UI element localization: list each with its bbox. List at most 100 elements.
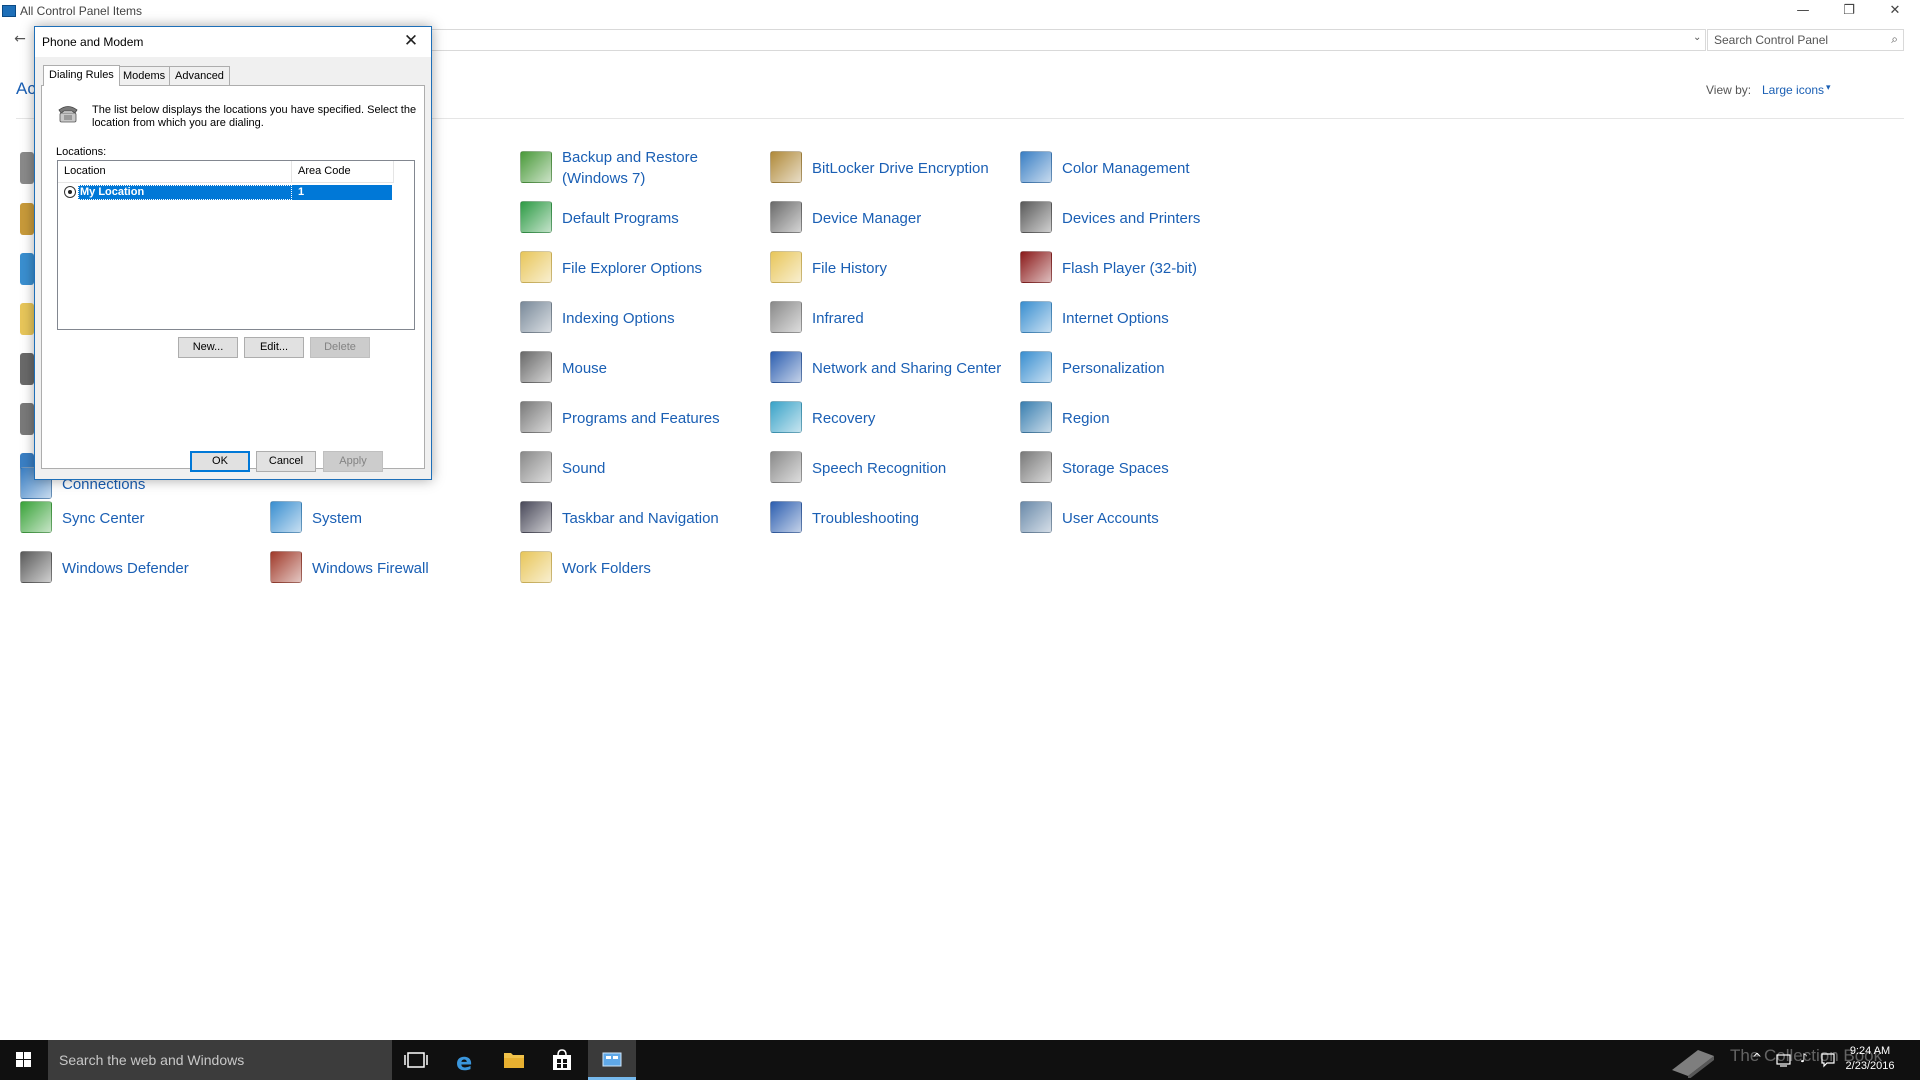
- control-panel-item-label: Taskbar and Navigation: [562, 509, 719, 527]
- taskbar-search-placeholder: Search the web and Windows: [59, 1052, 245, 1068]
- backup-restore-icon: [520, 151, 552, 183]
- window-title: All Control Panel Items: [20, 4, 143, 18]
- control-panel-item-label: Storage Spaces: [1062, 459, 1169, 477]
- delete-button[interactable]: Delete: [310, 337, 370, 358]
- minimize-button[interactable]: —: [1780, 0, 1826, 24]
- dialing-rules-description: The list below displays the locations yo…: [92, 104, 417, 129]
- control-panel-item[interactable]: Troubleshooting: [770, 495, 1010, 541]
- control-panel-item[interactable]: File History: [770, 245, 1010, 291]
- location-radio-button[interactable]: [64, 186, 76, 198]
- control-panel-item-label: Flash Player (32-bit): [1062, 259, 1198, 277]
- control-panel-item[interactable]: Windows Firewall: [270, 545, 510, 591]
- control-panel-item[interactable]: Indexing Options: [520, 295, 760, 341]
- new-button[interactable]: New...: [178, 337, 238, 358]
- control-panel-item[interactable]: Internet Options: [1020, 295, 1260, 341]
- control-panel-item[interactable]: Taskbar and Navigation: [520, 495, 760, 541]
- control-panel-item-label: File History: [812, 259, 888, 277]
- start-button[interactable]: [0, 1040, 48, 1080]
- control-panel-item[interactable]: Storage Spaces: [1020, 445, 1260, 491]
- close-button[interactable]: ✕: [1872, 0, 1918, 24]
- restore-button[interactable]: ❐: [1826, 0, 1872, 24]
- internet-options-icon: [1020, 301, 1052, 333]
- bitlocker-icon: [770, 151, 802, 183]
- control-panel-item-label: Internet Options: [1062, 309, 1169, 327]
- search-box[interactable]: ⌕: [1707, 29, 1904, 51]
- control-panel-item-label: Mouse: [562, 359, 608, 377]
- control-panel-item[interactable]: User Accounts: [1020, 495, 1260, 541]
- apply-button[interactable]: Apply: [323, 451, 383, 472]
- control-panel-icon: [602, 1052, 622, 1067]
- control-panel-item-label: Devices and Printers: [1062, 209, 1201, 227]
- search-icon[interactable]: ⌕: [1891, 32, 1898, 47]
- store-button[interactable]: [538, 1040, 586, 1080]
- list-item[interactable]: My Location 1: [64, 185, 392, 200]
- control-panel-item[interactable]: Device Manager: [770, 195, 1010, 241]
- control-panel-item[interactable]: Recovery: [770, 395, 1010, 441]
- telephone-icon: [58, 106, 78, 123]
- dialing-rules-panel: The list below displays the locations yo…: [41, 85, 425, 469]
- edit-button[interactable]: Edit...: [244, 337, 304, 358]
- control-panel-item[interactable]: Mouse: [520, 345, 760, 391]
- area-code-cell: 1: [292, 185, 392, 200]
- control-panel-item[interactable]: Sound: [520, 445, 760, 491]
- troubleshooting-icon: [770, 501, 802, 533]
- control-panel-item-label: Speech Recognition: [812, 459, 947, 477]
- control-panel-item-label: Color Management: [1062, 159, 1190, 177]
- programs-features-icon: [520, 401, 552, 433]
- taskbar-search-box[interactable]: Search the web and Windows: [48, 1040, 392, 1080]
- search-input[interactable]: [1714, 31, 1884, 49]
- task-view-icon: [404, 1052, 428, 1068]
- recovery-icon: [770, 401, 802, 433]
- ok-button[interactable]: OK: [190, 451, 250, 472]
- control-panel-item[interactable]: BitLocker Drive Encryption: [770, 145, 1010, 191]
- control-panel-item[interactable]: Sync Center: [20, 495, 260, 541]
- control-panel-taskbar-button[interactable]: [588, 1040, 636, 1080]
- control-panel-item-label: Indexing Options: [562, 309, 675, 327]
- control-panel-item[interactable]: System: [270, 495, 510, 541]
- task-view-button[interactable]: [392, 1040, 440, 1080]
- sound-icon: [520, 451, 552, 483]
- control-panel-item[interactable]: Flash Player (32-bit): [1020, 245, 1260, 291]
- mouse-icon: [520, 351, 552, 383]
- column-header-area-code[interactable]: Area Code: [292, 161, 394, 183]
- cancel-button[interactable]: Cancel: [256, 451, 316, 472]
- control-panel-item-label: Region: [1062, 409, 1110, 427]
- chevron-down-icon[interactable]: ▾: [1826, 83, 1831, 93]
- tab-dialing-rules[interactable]: Dialing Rules: [43, 65, 120, 86]
- edge-browser-button[interactable]: e: [442, 1040, 490, 1080]
- control-panel-item-label: Backup and Restore (Windows 7): [562, 149, 698, 187]
- control-panel-item[interactable]: Personalization: [1020, 345, 1260, 391]
- location-name-cell: My Location: [78, 185, 292, 200]
- devices-printers-icon: [1020, 201, 1052, 233]
- file-explorer-button[interactable]: [490, 1040, 538, 1080]
- control-panel-item[interactable]: Devices and Printers: [1020, 195, 1260, 241]
- control-panel-item[interactable]: Programs and Features: [520, 395, 760, 441]
- tab-advanced[interactable]: Advanced: [169, 66, 230, 86]
- control-panel-item-label: Sound: [562, 459, 606, 477]
- control-panel-item[interactable]: Backup and Restore (Windows 7): [520, 145, 760, 191]
- control-panel-item[interactable]: File Explorer Options: [520, 245, 760, 291]
- control-panel-item[interactable]: Windows Defender: [20, 545, 260, 591]
- column-header-location[interactable]: Location: [58, 161, 292, 183]
- tab-modems[interactable]: Modems: [117, 66, 172, 86]
- control-panel-item[interactable]: Infrared: [770, 295, 1010, 341]
- window-titlebar: All Control Panel Items — ❐ ✕: [0, 0, 1920, 24]
- control-panel-item-label: Network and Sharing Center: [812, 359, 1002, 377]
- control-panel-item[interactable]: Region: [1020, 395, 1260, 441]
- partial-item-icon: [20, 203, 34, 235]
- locations-list[interactable]: Location Area Code My Location 1: [57, 160, 415, 330]
- locations-label: Locations:: [56, 146, 107, 158]
- dialog-close-button[interactable]: ✕: [397, 31, 425, 53]
- back-button[interactable]: ←: [10, 30, 30, 50]
- control-panel-item[interactable]: Network and Sharing Center: [770, 345, 1010, 391]
- taskbar: Search the web and Windows e ^ ♪ 9:24 AM…: [0, 1040, 1920, 1080]
- control-panel-item[interactable]: Speech Recognition: [770, 445, 1010, 491]
- control-panel-item[interactable]: Work Folders: [520, 545, 760, 591]
- control-panel-item[interactable]: Default Programs: [520, 195, 760, 241]
- view-by-dropdown[interactable]: Large icons: [1762, 83, 1824, 97]
- address-dropdown-icon[interactable]: ⌄: [1693, 32, 1701, 43]
- control-panel-item-label: Personalization: [1062, 359, 1165, 377]
- control-panel-item[interactable]: Color Management: [1020, 145, 1260, 191]
- windows-defender-icon: [20, 551, 52, 583]
- network-sharing-icon: [770, 351, 802, 383]
